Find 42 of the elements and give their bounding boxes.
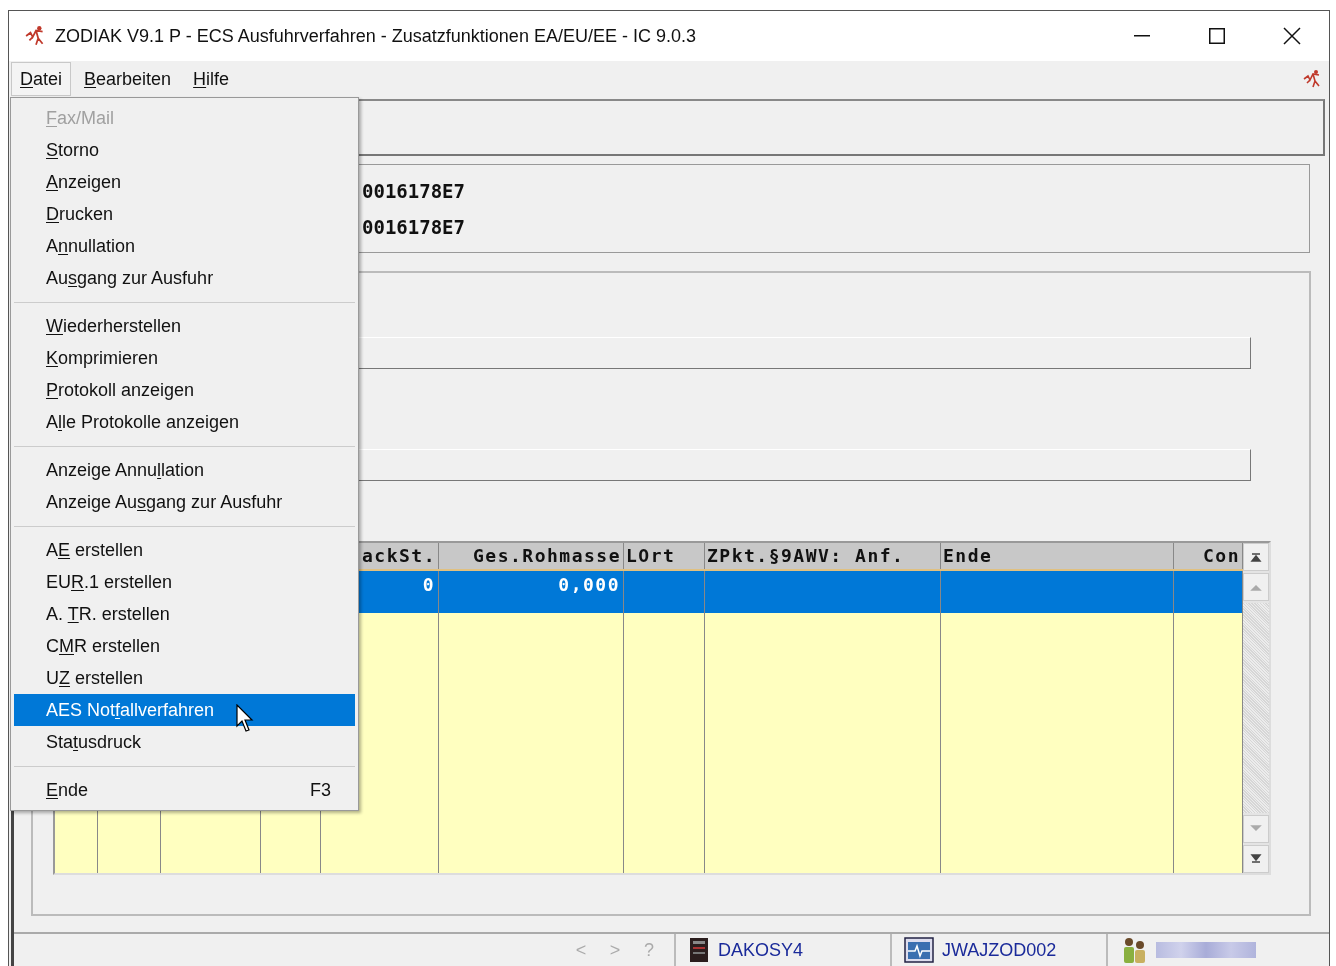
- menu-item[interactable]: Wiederherstellen: [14, 310, 355, 342]
- scroll-bottom-icon: [1248, 852, 1264, 866]
- scroll-up-button[interactable]: [1243, 543, 1269, 571]
- menu-item[interactable]: Annullation: [14, 230, 355, 262]
- menu-item[interactable]: UZ erstellen: [14, 662, 355, 694]
- scrollbar[interactable]: [1243, 543, 1269, 873]
- menu-item[interactable]: Datei: [11, 62, 72, 96]
- menu-item[interactable]: Komprimieren: [14, 342, 355, 374]
- id-value: 0016178E7: [362, 214, 466, 240]
- menu-item[interactable]: Bearbeiten: [75, 62, 181, 96]
- shortcut-label: F3: [310, 778, 331, 802]
- table-cell-text: 0,000: [558, 573, 620, 597]
- table-cell-text: 0: [422, 573, 435, 597]
- menu-item[interactable]: Anzeige Ausgang zur Ausfuhr: [14, 486, 355, 518]
- menu-item[interactable]: Protokoll anzeigen: [14, 374, 355, 406]
- menu-item[interactable]: Statusdruck: [14, 726, 355, 758]
- server-icon: [688, 937, 710, 963]
- menu-item[interactable]: Anzeige Annullation: [14, 454, 355, 486]
- column-header[interactable]: Ges.Rohmasse: [439, 543, 624, 569]
- scroll-top-icon: [1248, 550, 1264, 564]
- maximize-icon: [1208, 28, 1225, 44]
- column-header[interactable]: LOrt: [624, 543, 705, 569]
- menu-item[interactable]: Anzeigen: [14, 166, 355, 198]
- minimize-icon: [1133, 35, 1150, 37]
- menu-item[interactable]: Storno: [14, 134, 355, 166]
- column-header[interactable]: Ende: [941, 543, 1174, 569]
- runner-icon: [1303, 69, 1323, 89]
- monitor-icon: [904, 937, 934, 963]
- menu-item[interactable]: Hilfe: [184, 62, 239, 96]
- close-icon: [1282, 27, 1301, 45]
- module-name: JWAJZOD002: [942, 938, 1057, 962]
- scroll-down-button[interactable]: [1243, 845, 1269, 873]
- cursor-icon: [236, 704, 256, 734]
- menu-item[interactable]: Ende F3: [14, 774, 355, 806]
- column-header[interactable]: ZPkt.§9AWV: Anf.: [705, 543, 941, 569]
- menu-item[interactable]: CMR erstellen: [14, 630, 355, 662]
- server-name: DAKOSY4: [718, 938, 804, 962]
- menu-item[interactable]: Ausgang zur Ausfuhr: [14, 262, 355, 294]
- menu-item[interactable]: Alle Protokolle anzeigen: [14, 406, 355, 438]
- id-value: 0016178E7: [362, 178, 466, 204]
- window-title: ZODIAK V9.1 P - ECS Ausfuhrverfahren - Zusatzfunktionen EA/EU/EE - IC 9.0.3: [55, 24, 696, 48]
- menu-item[interactable]: Drucken: [14, 198, 355, 230]
